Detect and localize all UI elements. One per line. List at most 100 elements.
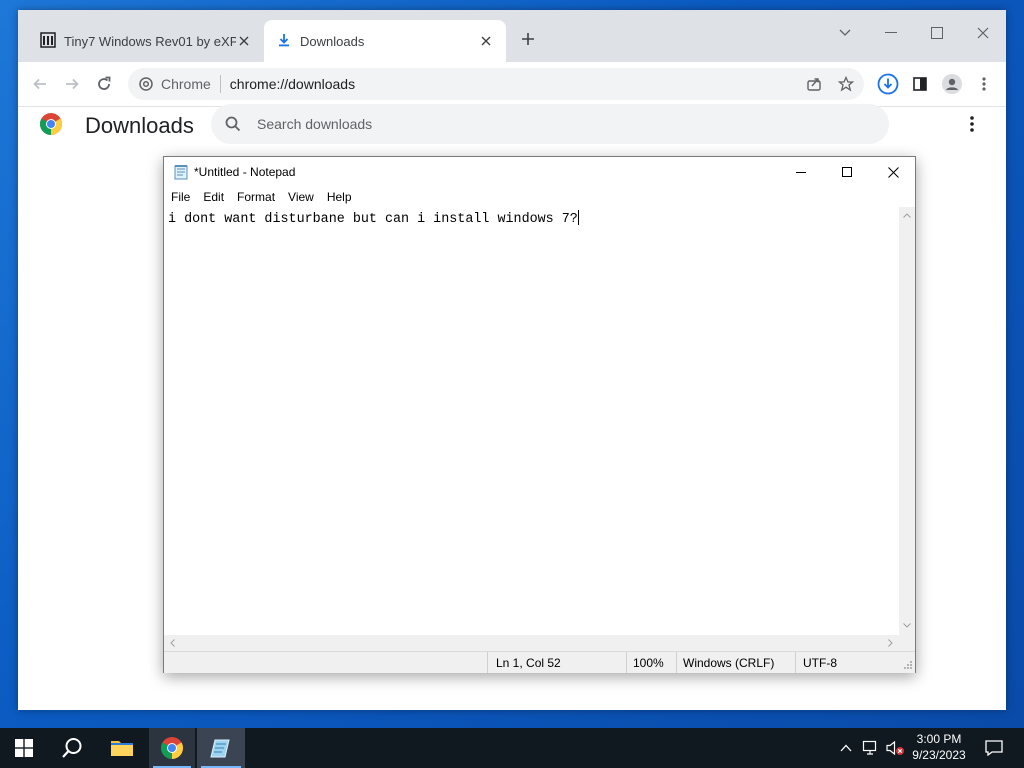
- origin-label: Chrome: [161, 76, 211, 92]
- window-title: *Untitled - Notepad: [194, 165, 296, 179]
- text-caret: [577, 210, 579, 225]
- forward-button[interactable]: [58, 70, 86, 98]
- maximize-button[interactable]: [922, 18, 952, 48]
- taskbar-file-explorer[interactable]: [98, 728, 146, 768]
- line-ending: Windows (CRLF): [683, 656, 775, 670]
- back-button[interactable]: [26, 70, 54, 98]
- search-icon: [225, 116, 241, 132]
- taskbar-clock[interactable]: 3:00 PM 9/23/2023: [906, 731, 972, 763]
- clock-date: 9/23/2023: [912, 748, 966, 762]
- status-divider: [626, 652, 627, 673]
- side-panel-button[interactable]: [906, 70, 934, 98]
- url-text: chrome://downloads: [229, 76, 356, 92]
- encoding: UTF-8: [803, 656, 837, 670]
- menu-file[interactable]: File: [164, 187, 196, 207]
- chevron-right-icon: [888, 639, 893, 647]
- menu-bar: File Edit Format View Help: [164, 187, 915, 207]
- search-placeholder: Search downloads: [257, 116, 373, 132]
- show-hidden-icons-button[interactable]: [836, 728, 856, 768]
- share-icon[interactable]: [806, 76, 822, 92]
- maximize-icon: [842, 167, 852, 177]
- maximize-icon: [931, 27, 943, 39]
- downloads-menu-button[interactable]: [966, 114, 978, 134]
- menu-format[interactable]: Format: [230, 187, 281, 207]
- action-center-button[interactable]: [976, 728, 1012, 768]
- bookmark-star-icon[interactable]: [838, 76, 854, 92]
- minimize-button[interactable]: [876, 18, 906, 48]
- horizontal-scrollbar[interactable]: [164, 635, 899, 651]
- notepad-icon: [173, 164, 189, 180]
- side-panel-icon: [913, 77, 927, 91]
- minimize-button[interactable]: [778, 157, 824, 187]
- folder-icon: [111, 741, 133, 756]
- divider: [219, 75, 221, 93]
- menu-edit[interactable]: Edit: [196, 187, 230, 207]
- avatar-icon: [942, 74, 962, 94]
- vertical-scrollbar[interactable]: [899, 207, 915, 635]
- tab-strip: Tiny7 Windows Rev01 by eXPerie Downloads: [18, 10, 1006, 62]
- search-downloads-input[interactable]: Search downloads: [211, 104, 889, 144]
- volume-button[interactable]: [884, 728, 906, 768]
- clock-time: 3:00 PM: [916, 732, 962, 746]
- scroll-corner: [899, 635, 915, 651]
- search-icon: [62, 738, 82, 758]
- chevron-left-icon: [170, 639, 175, 647]
- minimize-icon: [796, 171, 806, 173]
- chevron-down-icon: [903, 623, 911, 628]
- downloads-button[interactable]: [874, 70, 902, 98]
- reload-button[interactable]: [90, 70, 118, 98]
- new-tab-button[interactable]: [514, 25, 542, 53]
- minimize-icon: [885, 32, 897, 33]
- status-divider: [795, 652, 796, 673]
- menu-button[interactable]: [970, 70, 998, 98]
- tab-title: Downloads: [300, 33, 365, 49]
- zoom-level: 100%: [633, 656, 664, 670]
- chevron-down-icon: [839, 29, 851, 36]
- chrome-icon: [139, 77, 153, 91]
- kebab-menu-icon: [982, 77, 986, 91]
- close-icon: [977, 27, 989, 39]
- windows-logo-icon: [15, 739, 33, 757]
- menu-view[interactable]: View: [281, 187, 320, 207]
- tab-downloads[interactable]: Downloads: [264, 20, 506, 62]
- cursor-position: Ln 1, Col 52: [496, 656, 561, 670]
- menu-help[interactable]: Help: [320, 187, 358, 207]
- close-icon[interactable]: [478, 33, 494, 49]
- start-button[interactable]: [0, 728, 48, 768]
- arrow-right-icon: [66, 78, 79, 90]
- chrome-logo-icon: [161, 737, 183, 759]
- text-editor[interactable]: i dont want disturbane but can i install…: [164, 207, 899, 635]
- network-icon: [862, 740, 877, 755]
- close-window-button[interactable]: [968, 18, 998, 48]
- chrome-logo-icon: [39, 112, 63, 136]
- tab-title: Tiny7 Windows Rev01 by eXPerie: [64, 33, 236, 49]
- taskbar-chrome[interactable]: [149, 728, 195, 768]
- resize-grip-icon: [904, 661, 912, 669]
- address-bar[interactable]: Chrome chrome://downloads: [128, 68, 864, 100]
- volume-muted-icon: [886, 740, 904, 756]
- status-divider: [487, 652, 488, 673]
- reload-icon: [98, 76, 111, 90]
- chevron-up-icon: [840, 744, 852, 752]
- status-bar: Ln 1, Col 52 100% Windows (CRLF) UTF-8: [164, 651, 915, 673]
- download-icon: [276, 32, 292, 51]
- maximize-button[interactable]: [824, 157, 870, 187]
- arrow-left-icon: [33, 78, 46, 90]
- tab-tiny7[interactable]: Tiny7 Windows Rev01 by eXPerie: [28, 20, 264, 62]
- tab-search-button[interactable]: [830, 18, 860, 48]
- chevron-up-icon: [903, 213, 911, 218]
- notepad-title-bar[interactable]: *Untitled - Notepad: [164, 157, 915, 187]
- profile-button[interactable]: [938, 70, 966, 98]
- status-divider: [676, 652, 677, 673]
- archive-icon: [40, 31, 56, 51]
- taskbar: 3:00 PM 9/23/2023: [0, 728, 1024, 768]
- taskbar-notepad[interactable]: [197, 728, 245, 768]
- editor-text: i dont want disturbane but can i install…: [168, 212, 578, 227]
- close-icon: [887, 166, 899, 178]
- page-title: Downloads: [85, 113, 194, 138]
- taskbar-search-button[interactable]: [48, 728, 96, 768]
- close-icon[interactable]: [236, 33, 252, 49]
- network-status[interactable]: [860, 728, 882, 768]
- notepad-window: *Untitled - Notepad File Edit Format Vie…: [163, 156, 916, 673]
- close-button[interactable]: [870, 157, 916, 187]
